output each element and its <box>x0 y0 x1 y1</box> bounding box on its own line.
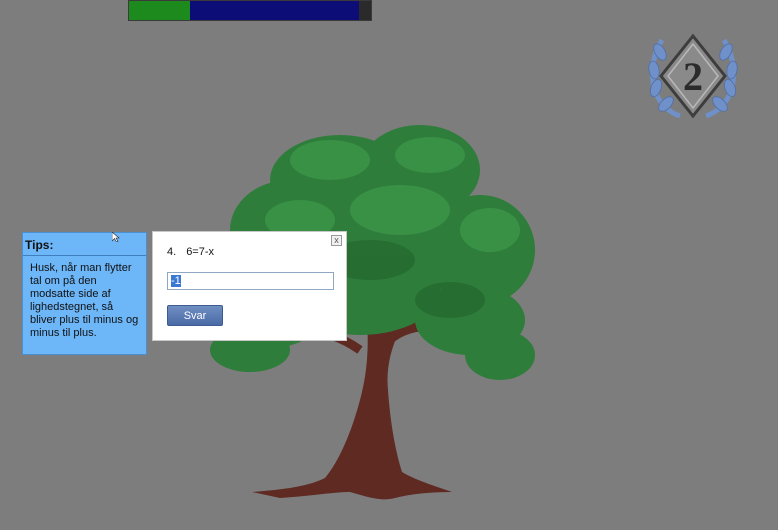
laurel-diamond-icon: 2 <box>648 33 738 119</box>
level-number: 2 <box>683 54 703 99</box>
tips-text: Husk, når man flytter tal om på den mods… <box>30 262 139 339</box>
tips-panel: Tips: Husk, når man flytter tal om på de… <box>22 232 147 355</box>
close-icon[interactable]: x <box>331 235 342 246</box>
answer-input[interactable] <box>167 272 334 290</box>
submit-button[interactable]: Svar <box>167 305 223 326</box>
question-text: 4. 6=7-x <box>167 246 214 258</box>
progress-fill-blue <box>190 1 359 20</box>
progress-bar <box>128 0 372 21</box>
question-number: 4. <box>167 246 177 258</box>
question-equation: 6=7-x <box>186 246 215 258</box>
tips-title: Tips: <box>23 233 146 256</box>
question-dialog: x 4. 6=7-x Svar <box>152 231 347 341</box>
progress-fill-green <box>129 1 190 20</box>
mouse-cursor-icon <box>112 232 120 242</box>
